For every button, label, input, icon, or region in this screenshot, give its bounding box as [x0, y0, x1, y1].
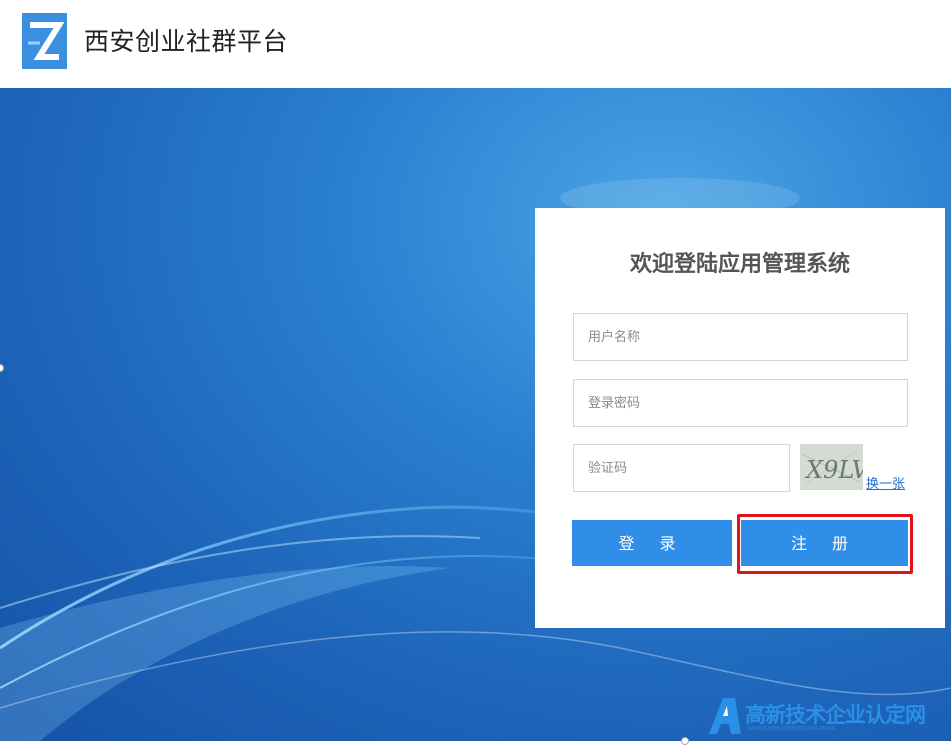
letter-a-logo-icon	[709, 698, 741, 734]
site-title: 西安创业社群平台	[84, 27, 289, 56]
top-header: 西安创业社群平台	[0, 0, 951, 88]
captcha-image[interactable]: X9LV	[800, 444, 871, 490]
password-field-wrapper	[573, 379, 908, 427]
watermark-title: 高新技术企业认定网	[745, 703, 926, 727]
z-logo-icon	[22, 13, 67, 69]
captcha-field-wrapper	[573, 444, 790, 492]
captcha-text: X9LV	[804, 456, 863, 484]
watermark: 高新技术企业认定网 GAOXINJISHUQIYERENDINGWANG	[705, 690, 951, 741]
password-input[interactable]	[574, 380, 907, 426]
login-title: 欢迎登陆应用管理系统	[629, 252, 850, 277]
register-highlight-box	[737, 514, 913, 574]
captcha-input[interactable]	[574, 445, 789, 491]
refresh-captcha-link[interactable]: 换一张	[866, 473, 905, 492]
username-input[interactable]	[574, 314, 907, 360]
username-field-wrapper	[573, 313, 908, 361]
login-button[interactable]: 登 录	[572, 520, 732, 566]
selection-handle	[681, 737, 689, 745]
watermark-subtitle: GAOXINJISHUQIYERENDINGWANG	[747, 726, 836, 732]
hero-banner: 欢迎登陆应用管理系统 X9LV 换一张 登 录 注 册	[0, 88, 951, 741]
